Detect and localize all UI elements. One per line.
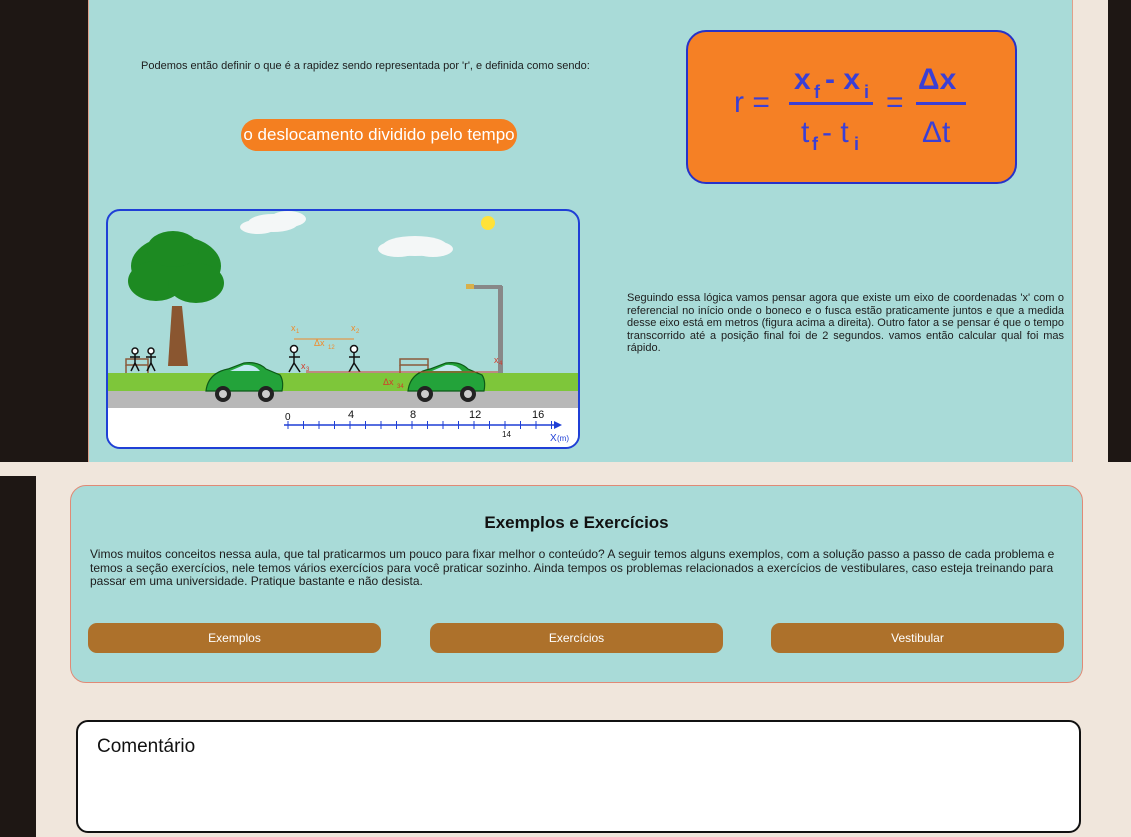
formula-lhs: r = <box>734 86 770 119</box>
formula-delta-x: Δx <box>918 63 957 96</box>
comment-box[interactable]: Comentário <box>76 720 1081 833</box>
formula-denominator-f: f <box>812 134 819 154</box>
formula-equals: = <box>886 86 904 119</box>
section-separator <box>0 462 1131 476</box>
axis-tick-label: 16 <box>532 409 544 421</box>
formula-delta-t: Δt <box>922 116 951 149</box>
vestibular-button[interactable]: Vestibular <box>771 623 1064 653</box>
axis-unit-paren: (m) <box>557 434 569 443</box>
formula-denominator-t: t <box>801 116 810 149</box>
formula-delta-bar <box>916 102 966 105</box>
stick-figure-icon <box>288 344 301 373</box>
sidewalk <box>108 408 578 447</box>
examples-panel: Exemplos e Exercícios Vimos muitos conce… <box>70 485 1083 683</box>
formula-numerator-f: f <box>814 82 821 102</box>
sun-icon <box>481 216 495 230</box>
formula-numerator-x: x <box>794 63 811 96</box>
grass-strip <box>108 373 578 391</box>
label-dx12: Δx <box>314 338 325 348</box>
top-left-dark-margin <box>0 0 88 462</box>
intro-text: Podemos então definir o que é a rapidez … <box>141 60 590 72</box>
label-x2-sub: 2 <box>356 329 360 335</box>
axis-tick-label: 8 <box>410 409 416 421</box>
tree-icon <box>128 231 224 366</box>
road <box>108 391 578 408</box>
axis-tick-label: 12 <box>469 409 481 421</box>
formula-fraction-bar <box>789 102 873 105</box>
label-dx34-sub: 34 <box>397 384 404 390</box>
stick-figure-icon <box>348 344 361 373</box>
examples-text: Vimos muitos conceitos nessa aula, que t… <box>90 547 1055 589</box>
exemplos-button[interactable]: Exemplos <box>88 623 381 653</box>
motion-illustration: x 1 x 2 Δx 12 x 3 x 4 Δx 34 0 4 8 12 16 … <box>106 209 580 449</box>
axis-tick-label: 4 <box>348 409 354 421</box>
comment-label: Comentário <box>97 736 196 757</box>
right-dark-margin <box>1108 0 1131 462</box>
exercicios-button[interactable]: Exercícios <box>430 623 723 653</box>
axis-extra-tick-label: 14 <box>502 430 511 439</box>
axis-tick-label: 0 <box>285 412 291 423</box>
label-dx12-sub: 12 <box>328 345 335 351</box>
cloud-icon <box>378 236 453 257</box>
axis-unit-label: X <box>550 433 557 444</box>
formula-denominator-i: i <box>854 134 859 154</box>
formula-numerator-i: i <box>864 82 869 102</box>
speed-formula-box: r = x f - x i t f - t i = Δx Δt <box>686 30 1017 184</box>
speed-formula: r = x f - x i t f - t i = Δx Δt <box>734 63 966 154</box>
label-dx34: Δx <box>383 377 394 387</box>
scene-description: Seguindo essa lógica vamos pensar agora … <box>627 292 1064 355</box>
definition-pill: o deslocamento dividido pelo tempo <box>241 119 517 151</box>
formula-denominator-minus: - t <box>822 116 849 149</box>
label-x1-sub: 1 <box>296 329 300 335</box>
motion-scene: x 1 x 2 Δx 12 x 3 x 4 Δx 34 0 4 8 12 16 … <box>108 211 578 447</box>
cloud-icon <box>240 211 306 234</box>
examples-title: Exemplos e Exercícios <box>484 513 669 532</box>
formula-numerator-minus: - x <box>825 63 860 96</box>
